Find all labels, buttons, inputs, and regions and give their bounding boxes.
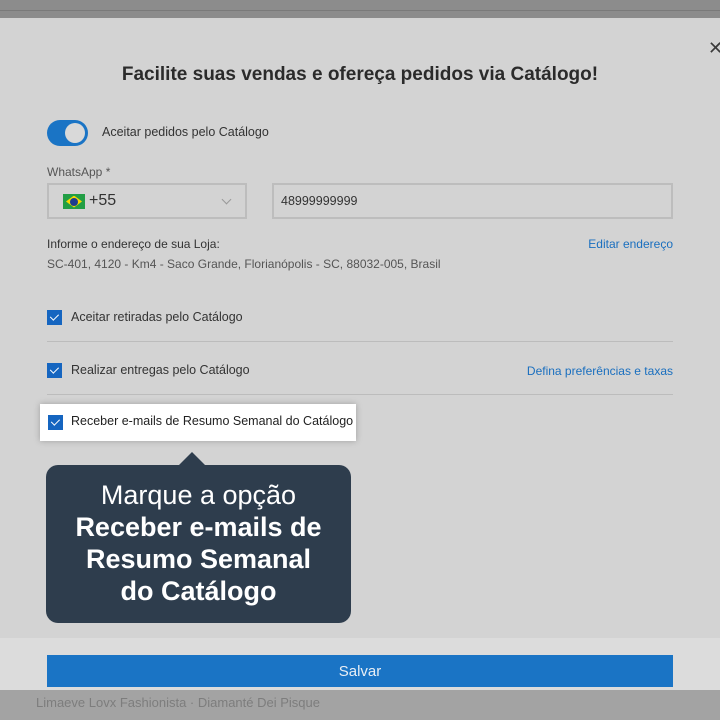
phone-number-input[interactable] <box>272 183 673 219</box>
pickup-option-row: Aceitar retiradas pelo Catálogo <box>47 290 673 342</box>
dial-code: +55 <box>89 192 117 209</box>
address-label: Informe o endereço de sua Loja: <box>47 237 220 251</box>
tooltip-line-1: Marque a opção <box>100 480 297 510</box>
weekly-email-checkbox[interactable] <box>48 415 63 430</box>
weekly-email-label: Receber e-mails de Resumo Semanal do Cat… <box>71 414 354 428</box>
catalog-settings-modal: ✕ Facilite suas vendas e ofereça pedidos… <box>0 18 720 690</box>
instruction-tooltip: Marque a opção Receber e-mails de Resumo… <box>46 452 351 623</box>
close-icon[interactable]: ✕ <box>708 38 720 58</box>
modal-title: Facilite suas vendas e ofereça pedidos v… <box>121 64 599 85</box>
toggle-knob <box>65 123 85 143</box>
pickup-checkbox[interactable] <box>47 310 62 325</box>
accept-orders-label: Aceitar pedidos pelo Catálogo <box>102 125 269 139</box>
backdrop-bottom: Limaeve Lovx Fashionista · Diamanté Dei … <box>0 690 720 720</box>
chevron-down-icon <box>221 194 232 205</box>
accept-orders-toggle[interactable] <box>47 120 88 146</box>
weekly-email-option-highlight: Receber e-mails de Resumo Semanal do Cat… <box>40 404 356 441</box>
tooltip-line-3: Resumo Semanal <box>85 544 312 574</box>
backdrop-top <box>0 0 720 18</box>
tooltip-line-2: Receber e-mails de <box>75 512 322 542</box>
save-button[interactable]: Salvar <box>47 655 673 687</box>
edit-address-link[interactable]: Editar endereço <box>588 237 673 251</box>
pickup-label: Aceitar retiradas pelo Catálogo <box>71 310 243 324</box>
brazil-flag-icon <box>63 194 85 209</box>
delivery-option-row: Realizar entregas pelo Catálogo Defina p… <box>47 343 673 395</box>
delivery-label: Realizar entregas pelo Catálogo <box>71 363 250 377</box>
country-code-select[interactable]: +55 <box>47 183 247 219</box>
backdrop-divider <box>0 10 720 11</box>
address-value: SC-401, 4120 - Km4 - Saco Grande, Floria… <box>47 257 441 271</box>
modal-footer: Salvar <box>0 638 720 690</box>
tooltip-line-4: do Catálogo <box>120 576 277 606</box>
delivery-preferences-link[interactable]: Defina preferências e taxas <box>527 364 673 378</box>
backdrop-text: Limaeve Lovx Fashionista · Diamanté Dei … <box>36 695 320 710</box>
whatsapp-label: WhatsApp * <box>47 165 111 179</box>
delivery-checkbox[interactable] <box>47 363 62 378</box>
